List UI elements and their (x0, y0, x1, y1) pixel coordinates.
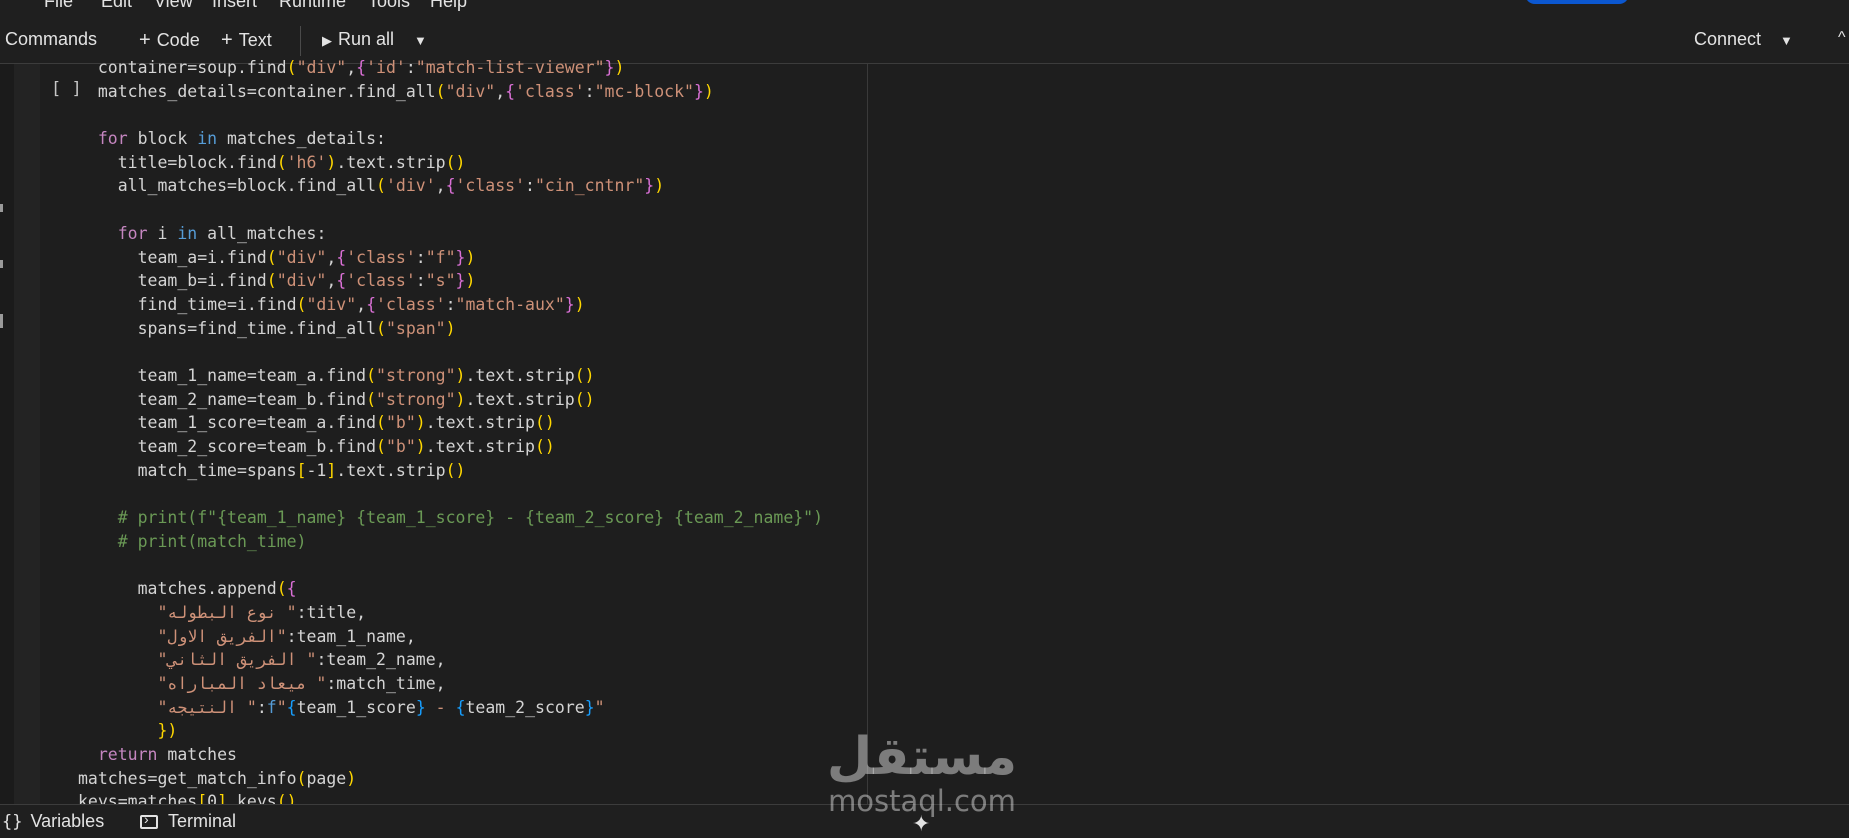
left-rail (0, 64, 14, 804)
rail-icon[interactable] (0, 314, 3, 328)
code-line: spans=find_time.find_all("span") (78, 318, 456, 338)
variables-button[interactable]: {} Variables (2, 811, 104, 832)
code-line: team_2_name=team_b.find("strong").text.s… (78, 389, 595, 409)
add-text-label: Text (238, 30, 272, 50)
menu-file[interactable]: File (44, 0, 73, 12)
line-length-ruler (867, 64, 868, 804)
code-line: title=block.find('h6').text.strip() (78, 152, 466, 172)
code-line: return matches (97, 744, 237, 764)
code-line: "نوع البطوله ":title, (157, 602, 367, 622)
code-line: find_time=i.find("div",{'class':"match-a… (78, 294, 585, 314)
code-line: ​ (78, 482, 823, 506)
code-line: matches.append({ (78, 579, 297, 599)
connect-dropdown[interactable]: ▼ (1780, 29, 1793, 50)
toolbar-divider (300, 26, 301, 56)
code-line: # print(f"{team_1_name} {team_1_score} -… (117, 508, 824, 528)
chevron-down-icon: ▼ (1780, 33, 1793, 48)
code-line: }) (157, 721, 178, 741)
braces-icon: {} (2, 812, 23, 832)
code-line: team_1_score=team_a.find("b").text.strip… (78, 413, 555, 433)
rail-icon[interactable] (0, 204, 3, 212)
code-line: "النتيجه ":f"{team_1_score} - {team_2_sc… (157, 697, 605, 717)
run-all-dropdown[interactable]: ▼ (414, 29, 427, 50)
menu-tools[interactable]: Tools (368, 0, 410, 12)
code-editor[interactable]: container=soup.find("div",{'id':"match-l… (78, 56, 823, 814)
cell-gutter (14, 64, 40, 804)
code-line: ​ (78, 553, 823, 577)
menu-help[interactable]: Help (430, 0, 467, 12)
collapse-icon[interactable]: ^ (1838, 29, 1846, 47)
menu-insert[interactable]: Insert (212, 0, 257, 12)
code-line: "ميعاد المباراه ":match_time, (157, 673, 446, 693)
share-button[interactable] (1525, 0, 1629, 4)
plus-icon: + (221, 29, 233, 51)
terminal-icon (140, 811, 158, 829)
chevron-down-icon: ▼ (414, 33, 427, 48)
code-line: team_b=i.find("div",{'class':"s"}) (78, 271, 476, 291)
code-line: "الفريق الثاني ":team_2_name, (157, 650, 446, 670)
run-all-label: Run all (338, 29, 395, 49)
connect-button[interactable]: Connect (1694, 29, 1761, 50)
rail-icon[interactable] (0, 260, 3, 268)
code-line: ​ (78, 340, 823, 364)
code-line: "الفريق الاول":team_1_name, (157, 626, 416, 646)
code-line: team_1_name=team_a.find("strong").text.s… (78, 365, 595, 385)
code-line: team_2_score=team_b.find("b").text.strip… (78, 437, 555, 456)
code-line: all_matches=block.find_all('div',{'class… (78, 176, 665, 196)
terminal-label: Terminal (168, 811, 237, 831)
code-line: ​ (78, 103, 823, 127)
code-line: for i in all_matches: (117, 223, 327, 243)
code-line: ​ (78, 198, 823, 222)
menu-view[interactable]: View (154, 0, 193, 12)
code-line: for block in matches_details: (97, 129, 386, 149)
code-line: container=soup.find("div",{'id':"match-l… (78, 58, 625, 77)
code-line: matches=get_match_info(page) (78, 768, 357, 788)
code-line: matches_details=container.find_all("div"… (78, 81, 714, 101)
menu-runtime[interactable]: Runtime (279, 0, 346, 12)
commands-button[interactable]: Commands (5, 29, 97, 50)
terminal-button[interactable]: Terminal (140, 811, 236, 832)
code-line: team_a=i.find("div",{'class':"f"}) (78, 247, 476, 267)
add-code-label: Code (156, 30, 200, 50)
play-icon: ▶ (322, 33, 332, 48)
gemini-spark-icon[interactable]: ✦ (912, 812, 930, 837)
code-line: # print(match_time) (117, 531, 307, 551)
menu-bar: File Edit View Insert Runtime Tools Help (0, 0, 1849, 18)
add-code-button[interactable]: + Code (139, 29, 200, 52)
variables-label: Variables (30, 811, 105, 831)
code-line: match_time=spans[-1].text.strip() (78, 460, 466, 480)
run-all-button[interactable]: ▶ Run all (322, 29, 394, 50)
plus-icon: + (139, 29, 151, 51)
menu-edit[interactable]: Edit (101, 0, 132, 12)
add-text-button[interactable]: + Text (221, 29, 272, 52)
